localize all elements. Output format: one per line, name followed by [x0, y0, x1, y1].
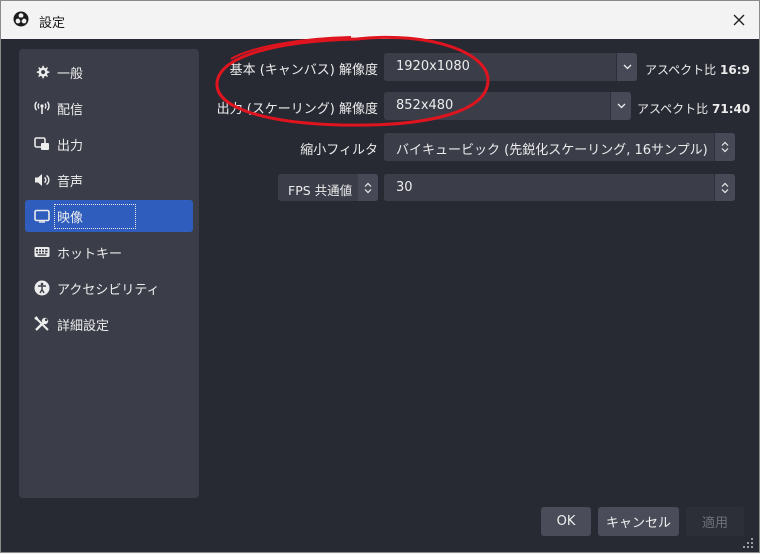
close-icon	[733, 14, 745, 26]
fps-value-spin-button[interactable]	[714, 174, 735, 201]
output-resolution-value: 852x480	[396, 98, 454, 113]
aspect-ratio-value: 16:9	[720, 63, 750, 77]
cancel-button[interactable]: キャンセル	[598, 507, 679, 536]
ok-button[interactable]: OK	[541, 507, 591, 536]
title-bar: 設定	[1, 1, 759, 39]
sidebar-item-general[interactable]: 一般	[25, 56, 193, 88]
chevron-down-icon	[623, 64, 631, 70]
aspect-ratio-label: アスペクト比	[637, 102, 709, 116]
output-resolution-dropdown-button[interactable]	[610, 92, 631, 120]
sidebar-item-output[interactable]: 出力	[25, 128, 193, 160]
downscale-filter-combo[interactable]: バイキュービック (先鋭化スケーリング, 16サンプル)	[384, 133, 735, 161]
fps-mode-spin-button[interactable]	[358, 174, 378, 201]
base-resolution-combo[interactable]: 1920x1080	[384, 53, 637, 81]
output-resolution-combo[interactable]: 852x480	[384, 92, 631, 120]
apply-button[interactable]: 適用	[686, 507, 744, 536]
sidebar-item-label: 配信	[57, 102, 84, 118]
downscale-filter-label: 縮小フィルタ	[300, 143, 378, 158]
sidebar-item-hotkeys[interactable]: ホットキー	[25, 236, 193, 268]
gear-icon	[33, 63, 51, 81]
settings-sidebar: 一般 配信 出力 音声 映像 ホットキー アクセシビリティ 詳細設定	[19, 49, 199, 498]
sidebar-item-label: ホットキー	[57, 246, 123, 262]
output-icon	[33, 135, 51, 153]
updown-arrows-icon	[721, 141, 729, 153]
speaker-icon	[33, 171, 51, 189]
base-resolution-value: 1920x1080	[396, 59, 470, 74]
keyboard-icon	[33, 243, 51, 261]
fps-value-combo[interactable]: 30	[384, 174, 735, 201]
downscale-filter-spin-button[interactable]	[714, 133, 735, 161]
sidebar-item-video[interactable]: 映像	[25, 200, 193, 232]
sidebar-item-advanced[interactable]: 詳細設定	[25, 308, 193, 340]
sidebar-item-label: 出力	[57, 138, 84, 154]
sidebar-item-stream[interactable]: 配信	[25, 92, 193, 124]
downscale-filter-value: バイキュービック (先鋭化スケーリング, 16サンプル)	[396, 143, 708, 158]
sidebar-item-label: 音声	[57, 174, 84, 190]
sidebar-item-label: 映像	[53, 203, 137, 229]
output-aspect-ratio: アスペクト比 71:40	[637, 100, 750, 117]
fps-mode-combo[interactable]: FPS 共通値	[278, 174, 378, 201]
sidebar-item-label: 一般	[57, 66, 84, 82]
window-title: 設定	[39, 16, 66, 31]
fps-value: 30	[396, 180, 413, 195]
aspect-ratio-value: 71:40	[712, 102, 751, 116]
obs-logo-icon	[13, 11, 29, 27]
base-resolution-dropdown-button[interactable]	[616, 53, 637, 81]
sidebar-item-label: 詳細設定	[57, 318, 110, 334]
chevron-down-icon	[617, 103, 625, 109]
base-resolution-label: 基本 (キャンバス) 解像度	[229, 63, 378, 78]
output-resolution-label: 出力 (スケーリング) 解像度	[216, 102, 378, 117]
aspect-ratio-label: アスペクト比	[645, 63, 717, 77]
sidebar-item-audio[interactable]: 音声	[25, 164, 193, 196]
updown-arrows-icon	[364, 182, 372, 193]
fps-mode-value: FPS 共通値	[288, 183, 353, 198]
accessibility-icon	[33, 279, 51, 297]
sidebar-item-label: アクセシビリティ	[57, 282, 160, 298]
settings-window: 設定 一般 配信 出力 音声 映像 ホットキー アクセシビリティ 詳細設定 基本…	[0, 0, 760, 553]
updown-arrows-icon	[721, 182, 729, 193]
tools-icon	[33, 315, 51, 333]
base-aspect-ratio: アスペクト比 16:9	[645, 61, 750, 78]
broadcast-icon	[33, 99, 51, 117]
monitor-icon	[33, 207, 51, 225]
resize-grip-icon[interactable]	[743, 538, 753, 548]
close-button[interactable]	[725, 7, 753, 33]
sidebar-item-accessibility[interactable]: アクセシビリティ	[25, 272, 193, 304]
